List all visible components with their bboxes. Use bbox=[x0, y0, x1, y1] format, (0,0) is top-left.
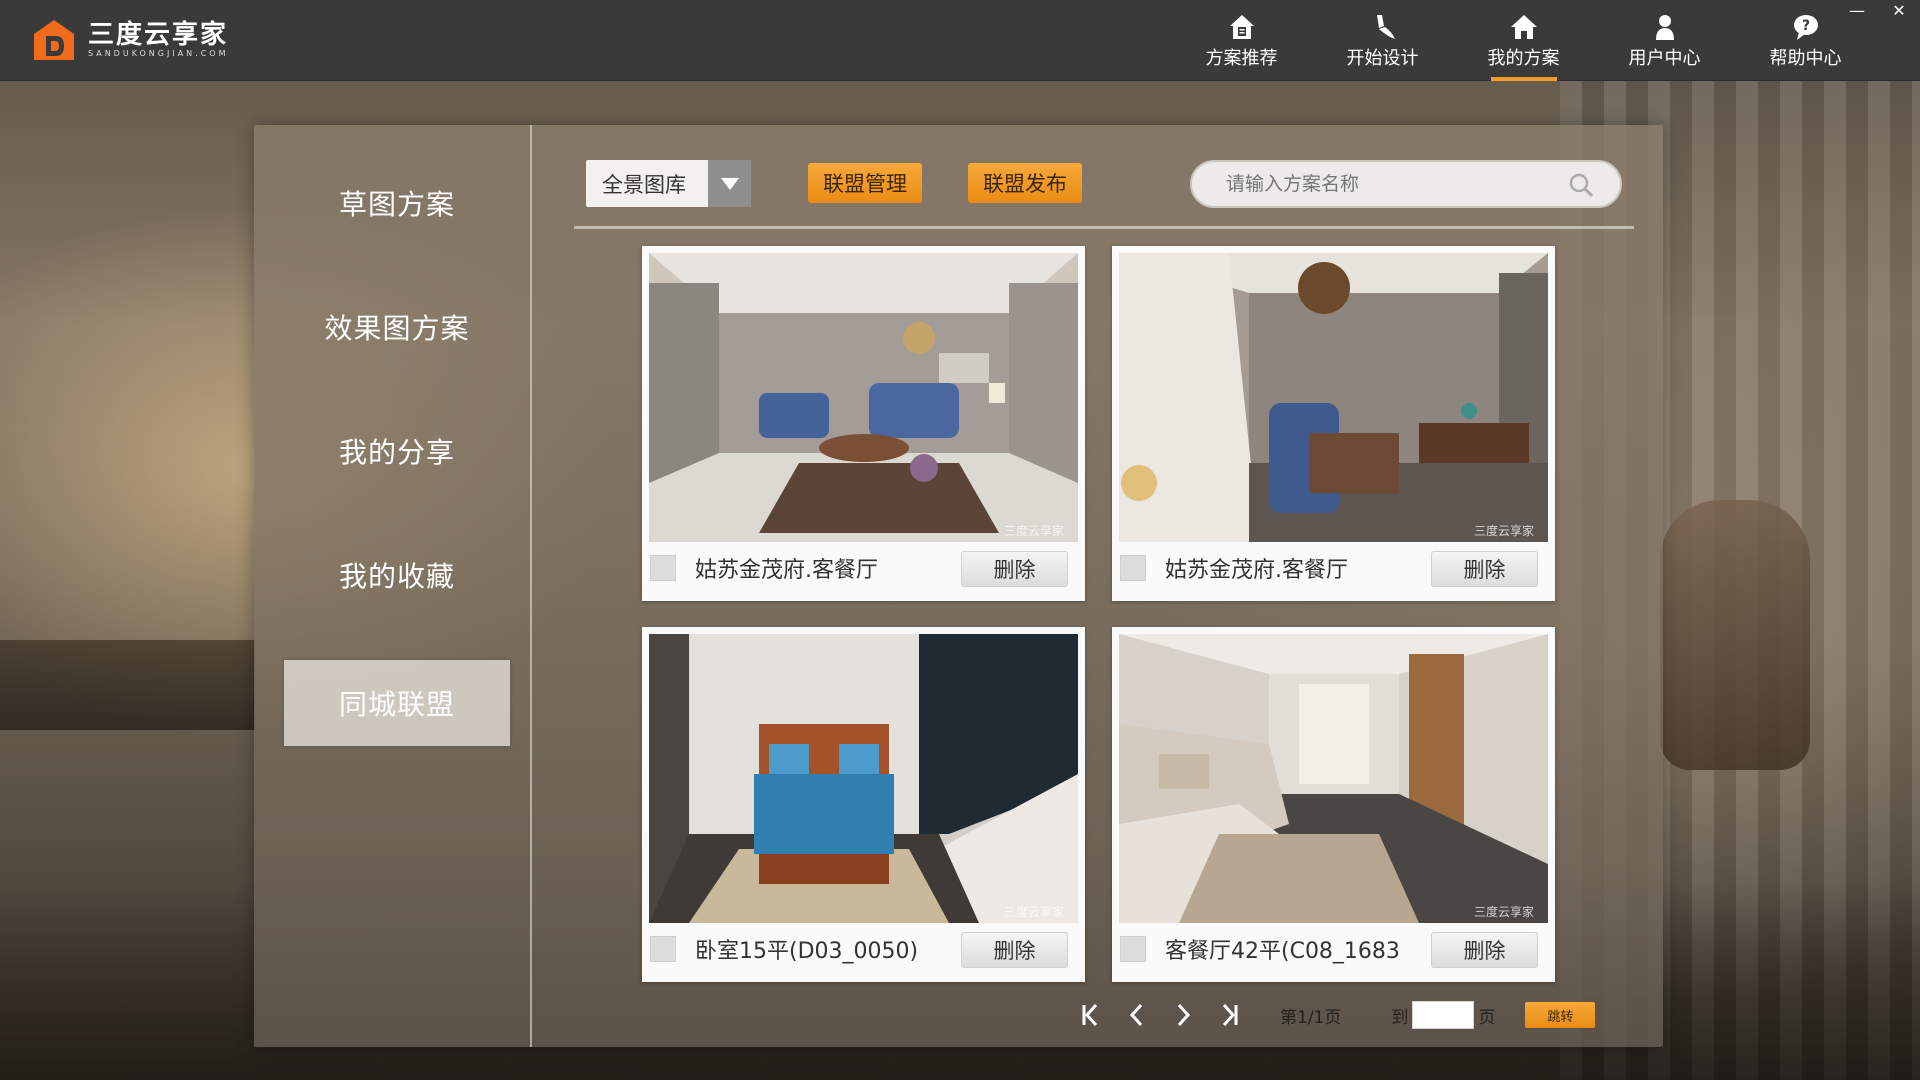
home-icon bbox=[1510, 14, 1537, 39]
sidebar-item-city-alliance[interactable]: 同城联盟 bbox=[284, 660, 510, 746]
sidebar: 草图方案 效果图方案 我的分享 我的收藏 同城联盟 bbox=[254, 125, 532, 1047]
nav-label: 方案推荐 bbox=[1205, 47, 1278, 69]
top-bar: 三度云享家 SANDUKONGJIAN.COM 方案推荐 开始设计 我的方案 用… bbox=[0, 0, 1920, 81]
plan-card[interactable]: 三度云享家 姑苏金茂府.客餐厅 删除 bbox=[642, 246, 1085, 601]
sidebar-item-my-favorites[interactable]: 我的收藏 bbox=[284, 532, 510, 618]
help-bubble-icon: ? bbox=[1793, 14, 1818, 40]
select-checkbox[interactable] bbox=[1120, 555, 1146, 581]
logo-icon bbox=[30, 16, 78, 64]
nav-label: 用户中心 bbox=[1628, 47, 1701, 69]
goto-label: 到 bbox=[1391, 1007, 1409, 1028]
sidebar-item-render-plans[interactable]: 效果图方案 bbox=[284, 284, 510, 370]
plan-name: 客餐厅42平(C08_1683 bbox=[1165, 939, 1400, 964]
thumbnail-watermark: 三度云享家 bbox=[1474, 523, 1534, 538]
svg-text:?: ? bbox=[1801, 18, 1809, 34]
home-doc-icon bbox=[1229, 14, 1254, 39]
plan-card[interactable]: 三度云享家 客餐厅42平(C08_1683 删除 bbox=[1112, 627, 1555, 982]
plan-name: 卧室15平(D03_0050) bbox=[695, 939, 919, 964]
delete-button[interactable]: 删除 bbox=[961, 932, 1068, 968]
search-icon[interactable] bbox=[1568, 172, 1594, 198]
background-lounge-chair bbox=[1660, 500, 1810, 770]
main-panel: 草图方案 效果图方案 我的分享 我的收藏 同城联盟 全景图库 联盟管理 联盟发布 bbox=[254, 125, 1663, 1047]
page-unit-label: 页 bbox=[1478, 1007, 1496, 1028]
plan-name: 姑苏金茂府.客餐厅 bbox=[1165, 558, 1348, 583]
thumbnail-watermark: 三度云享家 bbox=[1004, 904, 1064, 919]
delete-button[interactable]: 删除 bbox=[961, 551, 1068, 587]
thumbnail-watermark: 三度云享家 bbox=[1474, 904, 1534, 919]
thumbnail-watermark: 三度云享家 bbox=[1004, 523, 1064, 538]
first-page-icon[interactable] bbox=[1076, 1000, 1106, 1030]
nav-start-design[interactable]: 开始设计 bbox=[1312, 0, 1453, 81]
logo-wordmark: 三度云享家 bbox=[88, 20, 229, 50]
chevron-down-icon[interactable] bbox=[708, 160, 751, 207]
toolbar-divider bbox=[574, 226, 1634, 229]
pagination: 第1/1页 到 页 跳转 bbox=[1076, 995, 1596, 1035]
main-nav: 方案推荐 开始设计 我的方案 用户中心 ? 帮助中心 bbox=[1171, 0, 1876, 81]
plan-name: 姑苏金茂府.客餐厅 bbox=[695, 558, 878, 583]
alliance-manage-button[interactable]: 联盟管理 bbox=[808, 163, 922, 203]
next-page-icon[interactable] bbox=[1168, 1000, 1198, 1030]
search-box bbox=[1190, 160, 1622, 208]
app-logo[interactable]: 三度云享家 SANDUKONGJIAN.COM bbox=[30, 16, 229, 64]
gallery-dropdown[interactable]: 全景图库 bbox=[586, 160, 751, 207]
nav-label: 开始设计 bbox=[1346, 47, 1419, 69]
select-checkbox[interactable] bbox=[1120, 936, 1146, 962]
brush-icon bbox=[1376, 14, 1395, 39]
background-table bbox=[0, 640, 255, 730]
alliance-publish-button[interactable]: 联盟发布 bbox=[968, 163, 1082, 203]
nav-label: 我的方案 bbox=[1487, 47, 1560, 69]
minimize-button[interactable]: — bbox=[1836, 0, 1878, 20]
delete-button[interactable]: 删除 bbox=[1431, 932, 1538, 968]
user-icon bbox=[1655, 14, 1674, 40]
select-checkbox[interactable] bbox=[650, 555, 676, 581]
prev-page-icon[interactable] bbox=[1122, 1000, 1152, 1030]
jump-button[interactable]: 跳转 bbox=[1525, 1002, 1596, 1028]
plan-card[interactable]: 三度云享家 卧室15平(D03_0050) 删除 bbox=[642, 627, 1085, 982]
plan-thumbnail[interactable]: 三度云享家 bbox=[1119, 253, 1548, 542]
select-checkbox[interactable] bbox=[650, 936, 676, 962]
search-input[interactable] bbox=[1192, 173, 1552, 195]
plan-thumbnail[interactable]: 三度云享家 bbox=[1119, 634, 1548, 923]
nav-label: 帮助中心 bbox=[1769, 47, 1842, 69]
page-info: 第1/1页 bbox=[1280, 1007, 1342, 1028]
delete-button[interactable]: 删除 bbox=[1431, 551, 1538, 587]
nav-plan-recommend[interactable]: 方案推荐 bbox=[1171, 0, 1312, 81]
close-button[interactable]: ✕ bbox=[1878, 0, 1920, 20]
last-page-icon[interactable] bbox=[1214, 1000, 1244, 1030]
nav-my-plans[interactable]: 我的方案 bbox=[1453, 0, 1594, 81]
plan-thumbnail[interactable]: 三度云享家 bbox=[649, 253, 1078, 542]
plan-card[interactable]: 三度云享家 姑苏金茂府.客餐厅 删除 bbox=[1112, 246, 1555, 601]
nav-user-center[interactable]: 用户中心 bbox=[1594, 0, 1735, 81]
page-number-input[interactable] bbox=[1412, 1001, 1475, 1029]
dropdown-value: 全景图库 bbox=[602, 172, 686, 197]
plan-thumbnail[interactable]: 三度云享家 bbox=[649, 634, 1078, 923]
logo-domain: SANDUKONGJIAN.COM bbox=[88, 49, 229, 58]
sidebar-item-sketch-plans[interactable]: 草图方案 bbox=[284, 160, 510, 246]
sidebar-item-my-shares[interactable]: 我的分享 bbox=[284, 408, 510, 494]
window-controls: — ✕ bbox=[1836, 0, 1920, 20]
